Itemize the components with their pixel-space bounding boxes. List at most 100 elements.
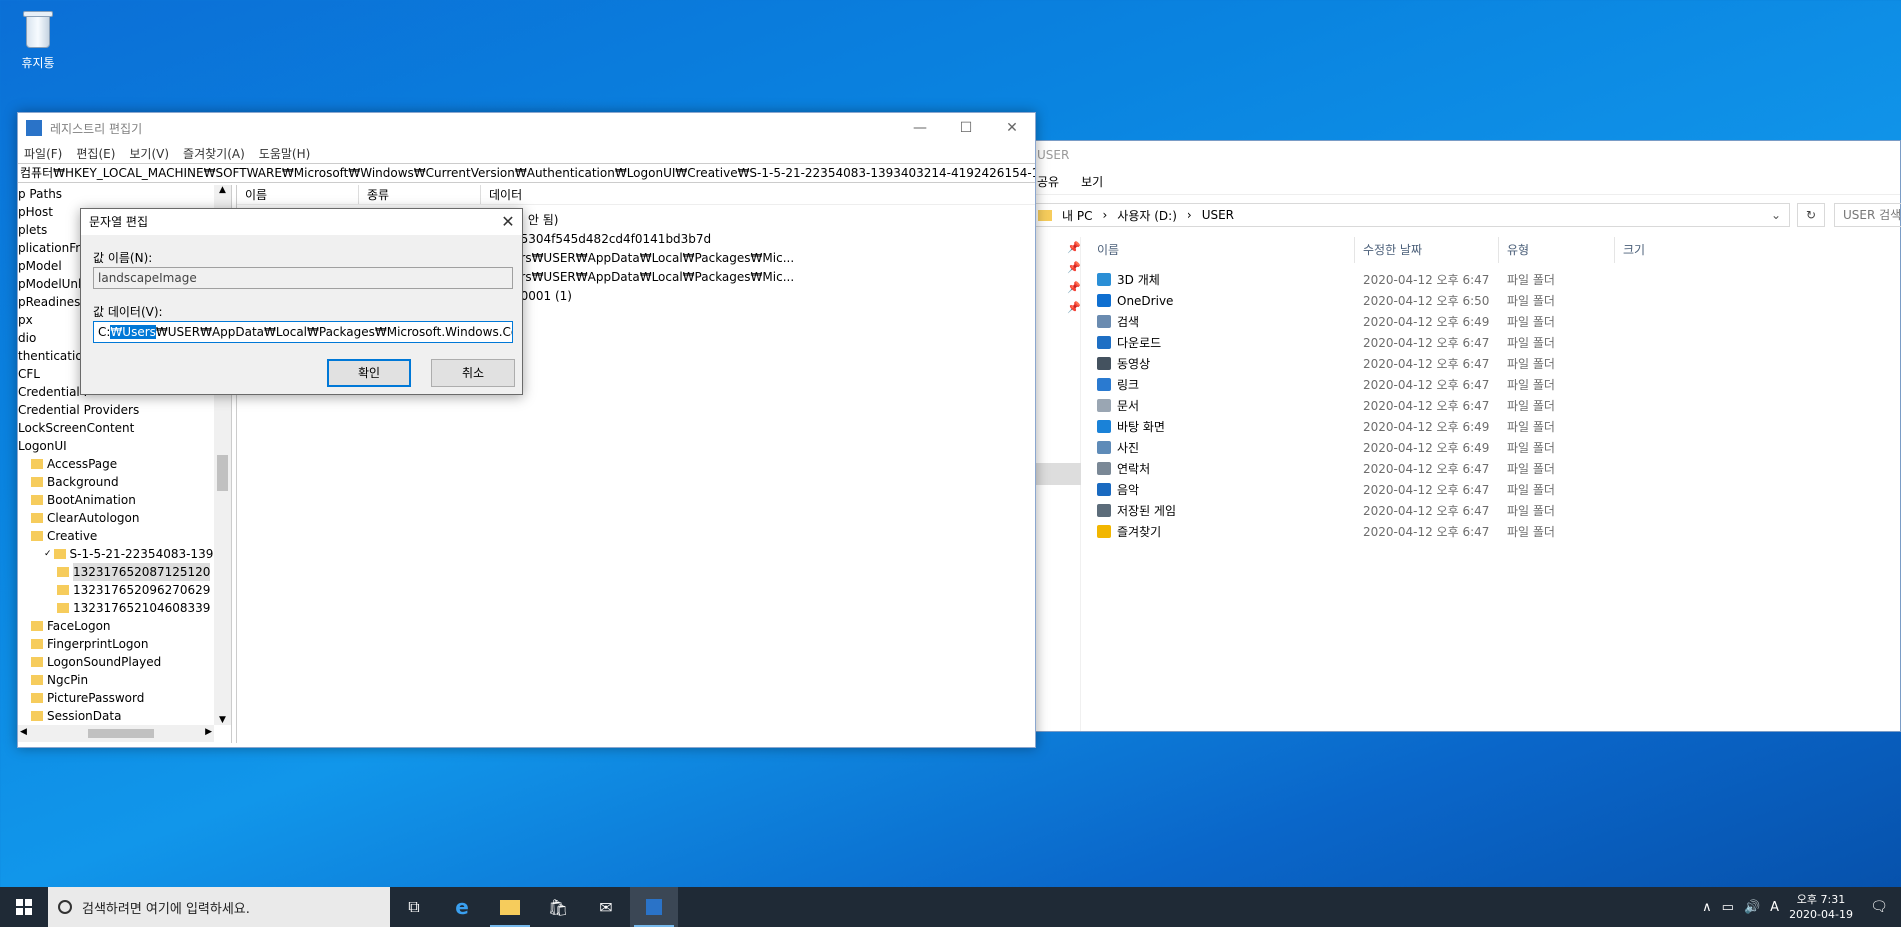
- tray-overflow-icon[interactable]: ∧: [1702, 900, 1712, 915]
- list-item[interactable]: 다운로드 2020-04-12 오후 6:47 파일 폴더: [1089, 332, 1900, 353]
- tree-item[interactable]: PicturePassword: [18, 689, 231, 707]
- store-taskbar-button[interactable]: 🛍: [534, 887, 582, 927]
- tree-item[interactable]: SessionData: [18, 707, 231, 725]
- tree-item[interactable]: ClearAutologon: [18, 509, 231, 527]
- tree-item[interactable]: Credential Providers: [18, 401, 231, 419]
- menu-edit[interactable]: 편집(E): [76, 145, 115, 162]
- regedit-address-bar[interactable]: 컴퓨터₩HKEY_LOCAL_MACHINE₩SOFTWARE₩Microsof…: [18, 163, 1035, 183]
- tree-item[interactable]: 132317652104608339: [18, 599, 231, 617]
- list-item[interactable]: 링크 2020-04-12 오후 6:47 파일 폴더: [1089, 374, 1900, 395]
- value-data[interactable]: 정 안 됨): [513, 211, 794, 230]
- tree-item[interactable]: 132317652087125120: [18, 563, 231, 581]
- value-data[interactable]: ers₩USER₩AppData₩Local₩Packages₩Mic...: [513, 268, 794, 287]
- start-button[interactable]: [0, 887, 48, 927]
- value-data-rest: ₩USER₩AppData₩Local₩Packages₩Microsoft.W…: [155, 325, 512, 339]
- file-type: 파일 폴더: [1507, 441, 1555, 455]
- values-data-column: 정 안 됨) 45304f545d482cd4f0141bd3b7d ers₩U…: [513, 211, 794, 306]
- value-data-field[interactable]: C:₩Users₩USER₩AppData₩Local₩Packages₩Mic…: [93, 321, 513, 343]
- menu-view[interactable]: 보기(V): [129, 145, 169, 162]
- scroll-thumb[interactable]: [217, 455, 228, 491]
- breadcrumb-this-pc[interactable]: 내 PC: [1062, 207, 1092, 224]
- file-explorer-window[interactable]: USER 공유 보기 내 PC › 사용자 (D:) › USER ⌄ ↻ US…: [1028, 140, 1901, 732]
- tree-item[interactable]: FingerprintLogon: [18, 635, 231, 653]
- tree-item[interactable]: Creative: [18, 527, 231, 545]
- explorer-search-input[interactable]: USER 검색: [1834, 203, 1901, 227]
- list-item[interactable]: OneDrive 2020-04-12 오후 6:50 파일 폴더: [1089, 290, 1900, 311]
- taskbar-search-box[interactable]: 검색하려면 여기에 입력하세요.: [48, 887, 390, 927]
- scroll-left-icon[interactable]: ◀: [20, 727, 27, 737]
- close-button[interactable]: ✕: [989, 120, 1035, 136]
- favorites-icon: [1097, 525, 1111, 538]
- ok-button[interactable]: 확인: [327, 359, 411, 387]
- tree-item[interactable]: 132317652096270629: [18, 581, 231, 599]
- chevron-down-icon[interactable]: ⌄: [1771, 208, 1781, 222]
- explorer-navigation-pane[interactable]: 📌 📌 📌 📌: [1029, 237, 1081, 731]
- list-item[interactable]: 즐겨찾기 2020-04-12 오후 6:47 파일 폴더: [1089, 521, 1900, 542]
- scroll-right-icon[interactable]: ▶: [205, 727, 212, 737]
- value-data[interactable]: 45304f545d482cd4f0141bd3b7d: [513, 230, 794, 249]
- explorer-title: USER: [1037, 148, 1070, 162]
- menu-file[interactable]: 파일(F): [24, 145, 62, 162]
- regedit-taskbar-button[interactable]: [630, 887, 678, 927]
- dialog-close-button[interactable]: ✕: [494, 209, 522, 235]
- list-item[interactable]: 저장된 게임 2020-04-12 오후 6:47 파일 폴더: [1089, 500, 1900, 521]
- column-type[interactable]: 유형: [1499, 237, 1615, 263]
- list-item[interactable]: 검색 2020-04-12 오후 6:49 파일 폴더: [1089, 311, 1900, 332]
- column-name[interactable]: 이름: [1089, 237, 1355, 263]
- tree-item[interactable]: NgcPin: [18, 671, 231, 689]
- column-type[interactable]: 종류: [359, 185, 481, 204]
- tree-item[interactable]: ✓ S-1-5-21-22354083-1393403: [18, 545, 231, 563]
- scroll-up-icon[interactable]: ▲: [214, 185, 231, 195]
- recycle-bin-desktop-icon[interactable]: 휴지통: [12, 8, 64, 71]
- file-date: 2020-04-12 오후 6:47: [1363, 399, 1490, 413]
- network-icon[interactable]: ▭: [1722, 900, 1734, 915]
- tree-item[interactable]: LogonUI: [18, 437, 231, 455]
- menu-favorites[interactable]: 즐겨찾기(A): [183, 145, 245, 162]
- tab-share[interactable]: 공유: [1037, 173, 1059, 190]
- scroll-thumb[interactable]: [88, 729, 154, 738]
- refresh-button[interactable]: ↻: [1797, 203, 1825, 227]
- column-size[interactable]: 크기: [1615, 237, 1695, 263]
- edit-string-dialog[interactable]: 문자열 편집 ✕ 값 이름(N): landscapeImage 값 데이터(V…: [80, 208, 523, 395]
- list-item[interactable]: 문서 2020-04-12 오후 6:47 파일 폴더: [1089, 395, 1900, 416]
- list-item[interactable]: 연락처 2020-04-12 오후 6:47 파일 폴더: [1089, 458, 1900, 479]
- list-item[interactable]: 동영상 2020-04-12 오후 6:47 파일 폴더: [1089, 353, 1900, 374]
- chevron-down-icon[interactable]: ✓: [44, 545, 52, 563]
- value-data[interactable]: 00001 (1): [513, 287, 794, 306]
- tree-item[interactable]: BootAnimation: [18, 491, 231, 509]
- clock[interactable]: 오후 7:31 2020-04-19: [1789, 892, 1853, 922]
- tree-item[interactable]: LockScreenContent: [18, 419, 231, 437]
- tree-item[interactable]: Background: [18, 473, 231, 491]
- breadcrumb-drive[interactable]: 사용자 (D:): [1117, 207, 1177, 224]
- nav-selected-item[interactable]: [1029, 463, 1081, 485]
- scroll-down-icon[interactable]: ▼: [214, 715, 231, 725]
- menu-help[interactable]: 도움말(H): [259, 145, 311, 162]
- tree-item[interactable]: AccessPage: [18, 455, 231, 473]
- mail-taskbar-button[interactable]: ✉: [582, 887, 630, 927]
- maximize-button[interactable]: ☐: [943, 120, 989, 136]
- list-item[interactable]: 3D 개체 2020-04-12 오후 6:47 파일 폴더: [1089, 269, 1900, 290]
- tree-item[interactable]: FaceLogon: [18, 617, 231, 635]
- minimize-button[interactable]: —: [897, 120, 943, 136]
- tree-item[interactable]: LogonSoundPlayed: [18, 653, 231, 671]
- column-name[interactable]: 이름: [237, 185, 359, 204]
- ime-indicator[interactable]: A: [1770, 900, 1779, 915]
- edge-taskbar-button[interactable]: e: [438, 887, 486, 927]
- list-item[interactable]: 바탕 화면 2020-04-12 오후 6:49 파일 폴더: [1089, 416, 1900, 437]
- column-date[interactable]: 수정한 날짜: [1355, 237, 1499, 263]
- explorer-address-bar[interactable]: 내 PC › 사용자 (D:) › USER ⌄: [1035, 203, 1790, 227]
- tree-item[interactable]: p Paths: [18, 185, 231, 203]
- tree-horizontal-scrollbar[interactable]: ◀ ▶: [18, 725, 214, 742]
- tab-view[interactable]: 보기: [1081, 173, 1103, 190]
- notification-center-icon[interactable]: 🗨: [1863, 899, 1895, 915]
- volume-icon[interactable]: 🔊: [1744, 900, 1760, 915]
- task-view-button[interactable]: ⧉: [390, 887, 438, 927]
- list-item[interactable]: 음악 2020-04-12 오후 6:47 파일 폴더: [1089, 479, 1900, 500]
- breadcrumb-user[interactable]: USER: [1202, 208, 1234, 222]
- file-explorer-taskbar-button[interactable]: [486, 887, 534, 927]
- column-data[interactable]: 데이터: [481, 185, 781, 204]
- list-item[interactable]: 사진 2020-04-12 오후 6:49 파일 폴더: [1089, 437, 1900, 458]
- value-data[interactable]: ers₩USER₩AppData₩Local₩Packages₩Mic...: [513, 249, 794, 268]
- value-name-field[interactable]: landscapeImage: [93, 267, 513, 289]
- cancel-button[interactable]: 취소: [431, 359, 515, 387]
